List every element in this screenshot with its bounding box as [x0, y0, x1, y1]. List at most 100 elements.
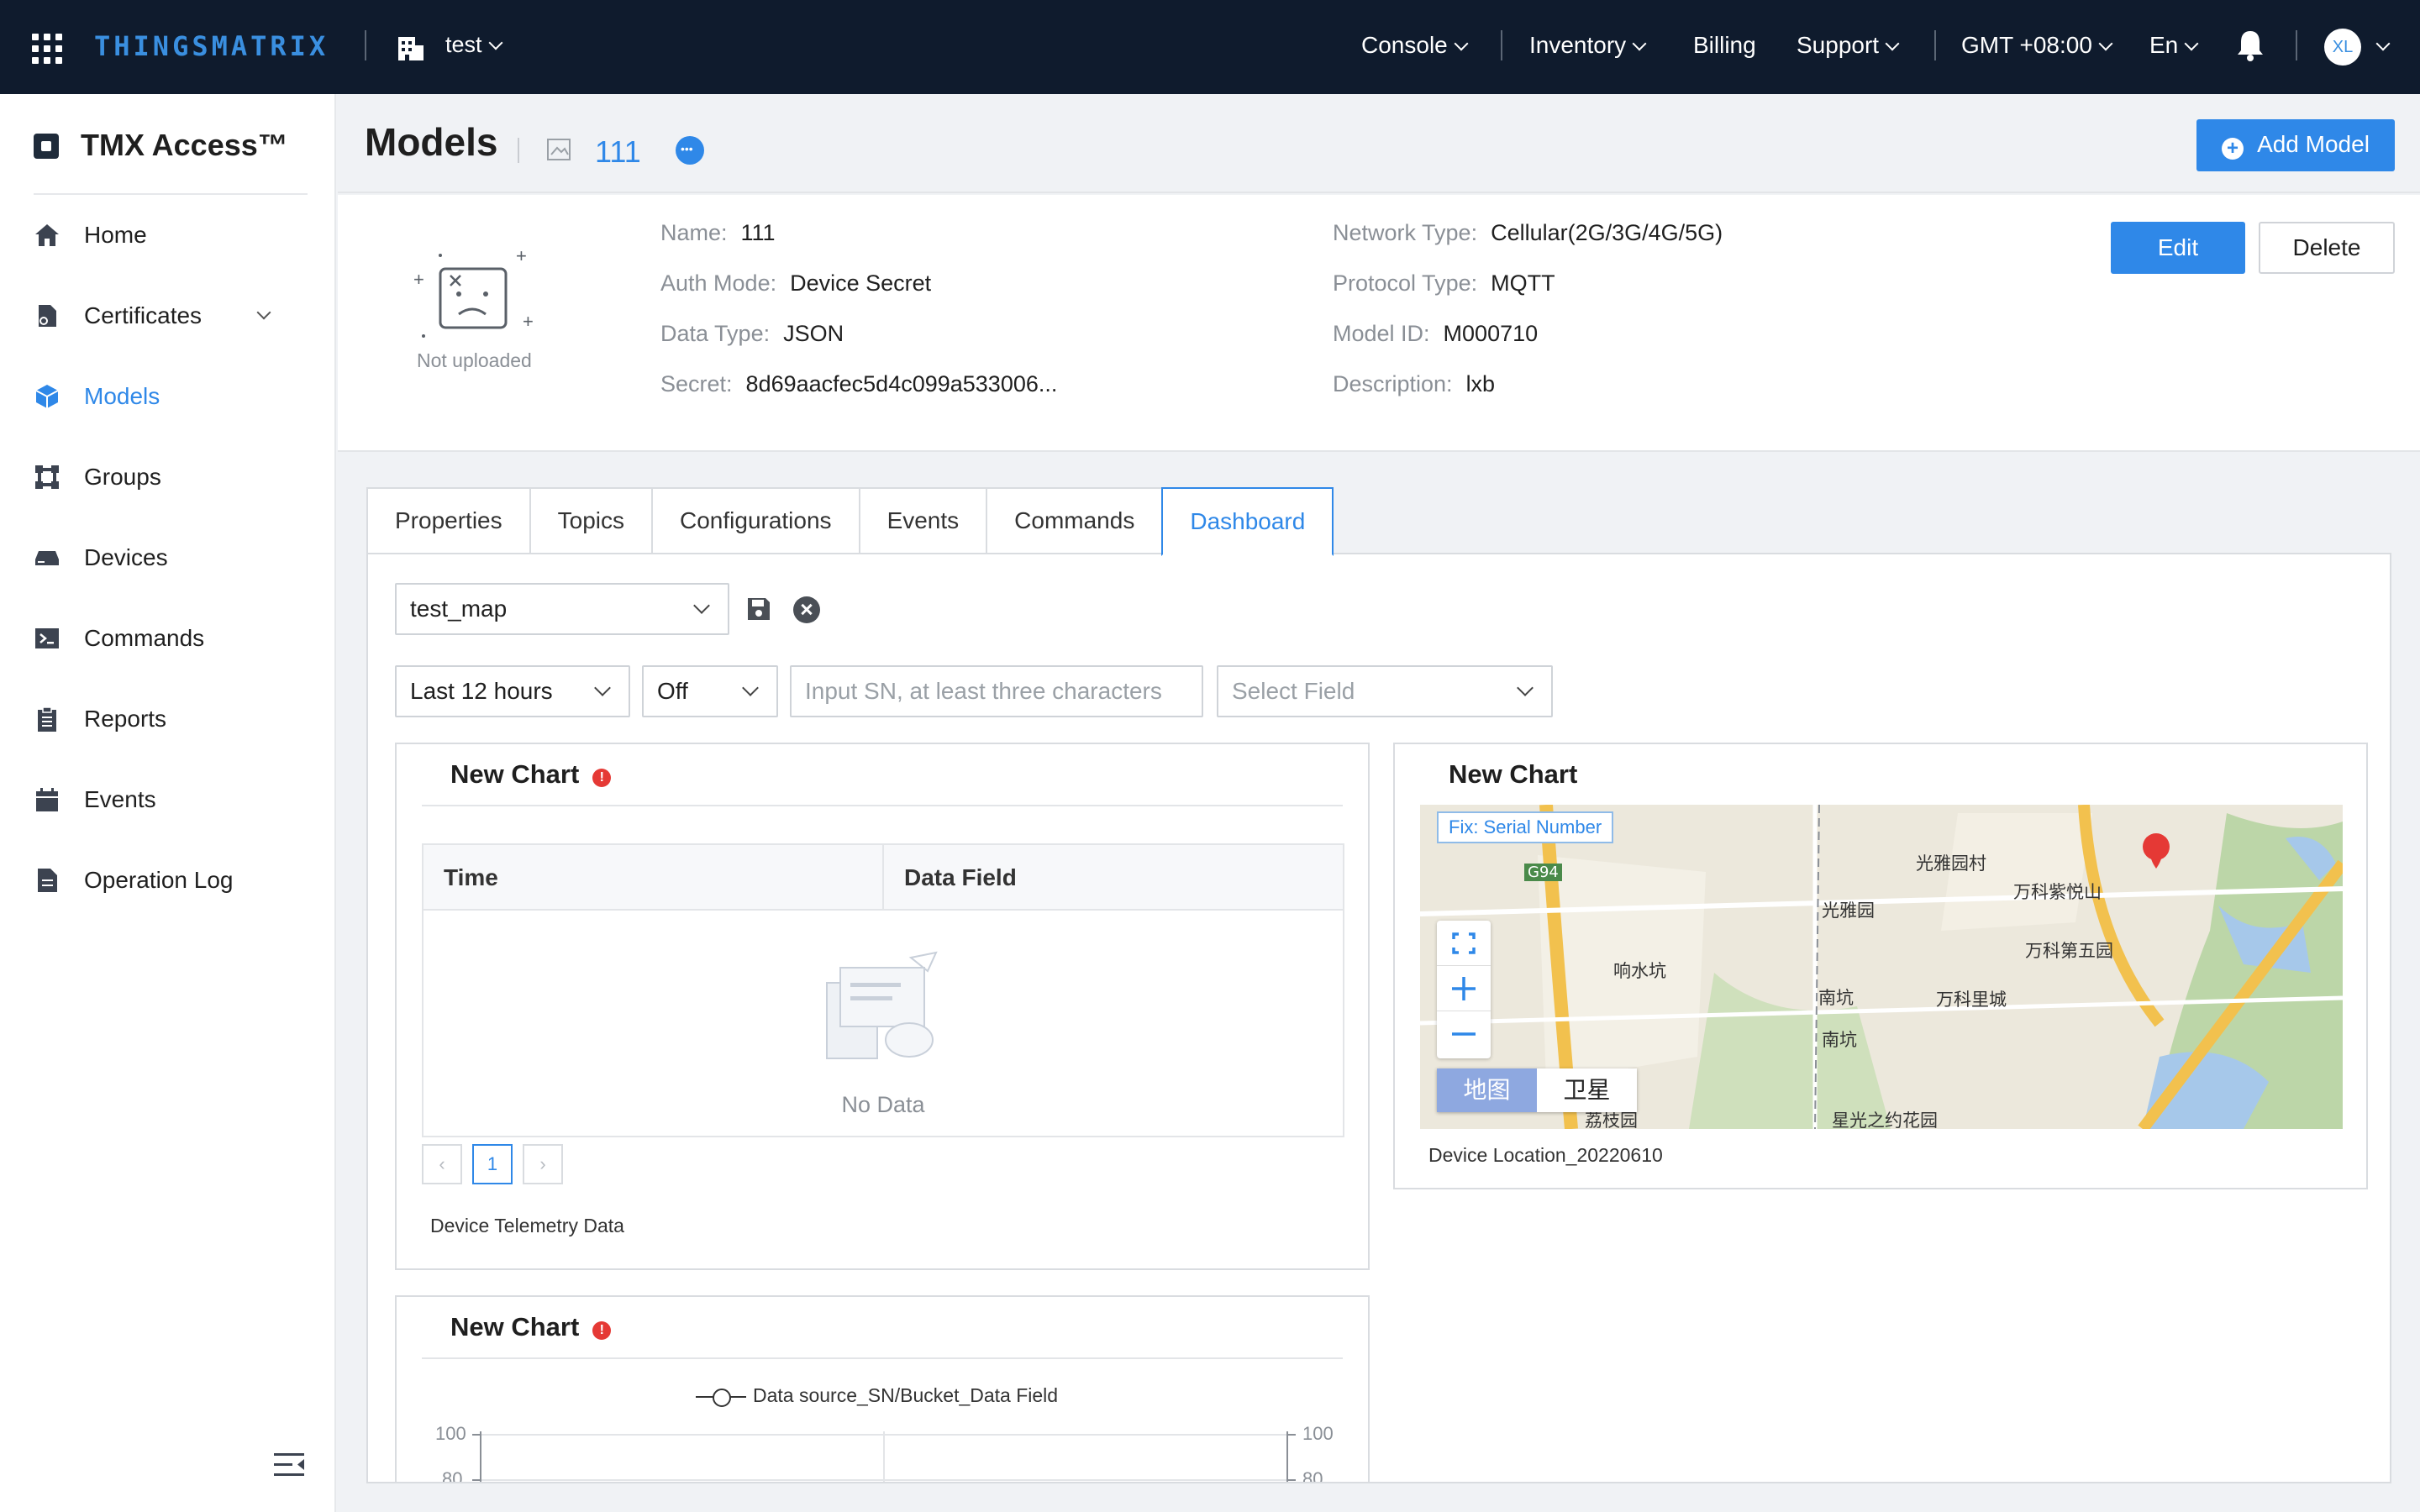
error-icon[interactable]: !: [592, 1321, 612, 1340]
chevron-down-icon[interactable]: [256, 305, 271, 320]
timezone-selector[interactable]: GMT +08:00: [1961, 32, 2113, 59]
map-view[interactable]: Fix: Serial Number 光雅园村 万科紫悦山 光雅园 万科第五园 …: [1420, 805, 2343, 1129]
tab-dashboard[interactable]: Dashboard: [1161, 487, 1334, 556]
sidebar: TMX Access™ Home Certificates Models Gro…: [0, 94, 336, 1512]
terminal-icon: [35, 628, 59, 648]
field-protocol-type: Protocol Type: MQTT: [1333, 270, 1555, 296]
divider: [1934, 30, 1936, 60]
chevron-down-icon: [2098, 36, 2113, 51]
nav-console[interactable]: Console: [1361, 32, 1469, 59]
logo[interactable]: THINGSMATRIX: [94, 30, 329, 62]
sidebar-item-groups[interactable]: Groups: [34, 452, 311, 502]
avatar[interactable]: XL: [2324, 29, 2361, 66]
device-icon: [35, 551, 59, 565]
bell-icon[interactable]: [2235, 29, 2265, 62]
sidebar-item-events[interactable]: Events: [34, 774, 311, 825]
chart-card-line: New Chart! Data source_SN/Bucket_Data Fi…: [395, 1295, 1370, 1483]
zoom-out-icon[interactable]: [1437, 1011, 1491, 1057]
nav-billing[interactable]: Billing: [1693, 32, 1756, 59]
certificate-icon: [39, 305, 56, 327]
data-table: Time Data Field No Data: [422, 843, 1344, 1137]
delete-button[interactable]: Delete: [2259, 222, 2395, 274]
tab-topics[interactable]: Topics: [529, 487, 651, 554]
next-page-button[interactable]: ›: [523, 1144, 563, 1184]
legend-line-marker: [696, 1387, 746, 1407]
column-header-data-field: Data Field: [904, 864, 1017, 890]
tab-events[interactable]: Events: [858, 487, 986, 554]
divider: [365, 30, 366, 60]
line-chart-plot: [472, 1431, 1296, 1482]
field-select[interactable]: Select Field: [1217, 665, 1553, 717]
clear-icon[interactable]: [793, 596, 820, 623]
error-icon[interactable]: !: [592, 769, 612, 787]
map-type-satellite-button[interactable]: 卫星: [1537, 1068, 1637, 1112]
map-label: 万科紫悦山: [2013, 882, 2102, 902]
field-secret: Secret: 8d69aacfec5d4c099a533006...: [660, 371, 1058, 396]
model-image-thumbnail-icon: [547, 139, 571, 160]
fullscreen-icon[interactable]: [1437, 921, 1491, 966]
zoom-in-icon[interactable]: [1437, 966, 1491, 1011]
map-label: 万科里城: [1936, 990, 2007, 1010]
divider: [1501, 30, 1502, 60]
workspace-selector[interactable]: test: [445, 32, 503, 58]
sidebar-item-reports[interactable]: Reports: [34, 694, 311, 744]
group-icon: [35, 465, 59, 489]
tab-configurations[interactable]: Configurations: [651, 487, 859, 554]
empty-state-text: No Data: [841, 1092, 925, 1117]
chevron-down-icon: [594, 680, 611, 696]
page-title: Models: [365, 120, 498, 164]
clipboard-icon: [38, 706, 56, 732]
nav-inventory[interactable]: Inventory: [1529, 32, 1647, 59]
more-options-icon[interactable]: [676, 136, 704, 165]
map-type-map-button[interactable]: 地图: [1437, 1068, 1537, 1112]
prev-page-button[interactable]: ‹: [422, 1144, 462, 1184]
column-header-time: Time: [424, 845, 884, 909]
chevron-down-icon: [488, 35, 503, 50]
chart-title: New Chart!: [450, 1312, 612, 1342]
sn-input[interactable]: Input SN, at least three characters: [790, 665, 1203, 717]
app-grid-icon[interactable]: [32, 34, 62, 64]
svg-text:+: +: [413, 269, 424, 290]
sidebar-item-label: Models: [84, 383, 160, 409]
page-button[interactable]: 1: [472, 1144, 513, 1184]
field-network-type: Network Type: Cellular(2G/3G/4G/5G): [1333, 220, 1723, 245]
y-tick-label-right-80: 80: [1302, 1468, 1323, 1483]
sidebar-item-home[interactable]: Home: [34, 210, 311, 260]
edit-button[interactable]: Edit: [2111, 222, 2245, 274]
chart-legend[interactable]: Data source_SN/Bucket_Data Field: [696, 1384, 1058, 1407]
auto-refresh-select[interactable]: Off: [642, 665, 778, 717]
top-navigation-bar: THINGSMATRIX test Console Inventory Bill…: [0, 0, 2420, 94]
save-icon[interactable]: [746, 596, 771, 622]
field-name: Name: 111: [660, 220, 776, 245]
cube-icon: [35, 385, 59, 408]
divider: [422, 805, 1343, 806]
chart-card-map: New Chart Fix: Serial Number 光雅园村 万科紫悦山 …: [1393, 743, 2368, 1189]
sidebar-item-operation-log[interactable]: Operation Log: [34, 855, 311, 906]
calendar-icon: [36, 788, 58, 811]
sidebar-item-label: Reports: [84, 706, 167, 732]
chevron-down-icon: [1632, 36, 1647, 51]
tab-commands[interactable]: Commands: [986, 487, 1162, 554]
nav-support[interactable]: Support: [1797, 32, 1900, 59]
field-data-type: Data Type: JSON: [660, 321, 844, 346]
chevron-down-icon: [1517, 680, 1534, 696]
tab-properties[interactable]: Properties: [366, 487, 529, 554]
sidebar-item-devices[interactable]: Devices: [34, 533, 311, 583]
chevron-down-icon[interactable]: [2375, 36, 2391, 51]
model-id-link[interactable]: 111: [595, 134, 641, 170]
language-selector[interactable]: En: [2149, 32, 2199, 59]
map-label: 光雅园村: [1916, 853, 1986, 874]
collapse-sidebar-icon[interactable]: [274, 1452, 304, 1478]
divider: [34, 193, 308, 195]
sidebar-item-label: Groups: [84, 464, 161, 490]
dashboard-select[interactable]: test_map: [395, 583, 729, 635]
add-model-button[interactable]: + Add Model: [2196, 119, 2395, 171]
time-range-select[interactable]: Last 12 hours: [395, 665, 630, 717]
map-label: 万科第五园: [2025, 941, 2113, 961]
y-tick-label-left-100: 100: [435, 1423, 466, 1444]
plus-circle-icon: +: [2222, 138, 2244, 160]
y-tick-label-right-100: 100: [1302, 1423, 1334, 1444]
sidebar-item-certificates[interactable]: Certificates: [34, 291, 311, 341]
sidebar-item-commands[interactable]: Commands: [34, 613, 311, 664]
sidebar-item-models[interactable]: Models: [34, 371, 311, 422]
